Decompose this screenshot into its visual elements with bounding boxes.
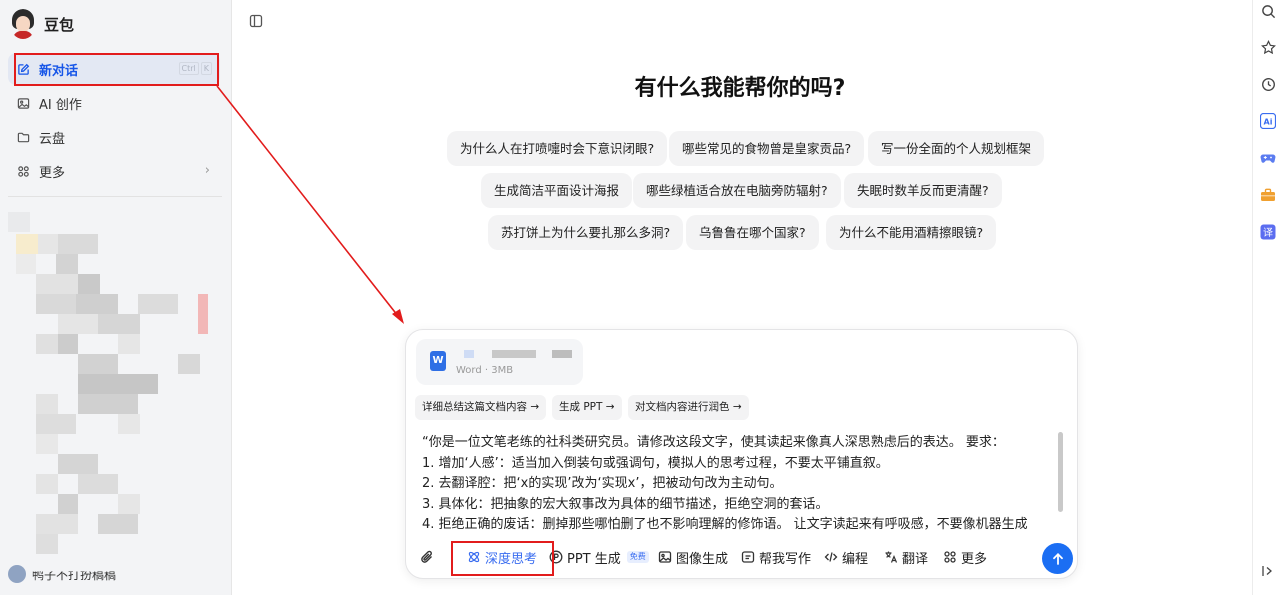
suggestion-chip[interactable]: 为什么不能用酒精擦眼镜? — [826, 215, 997, 250]
svg-text:Ai: Ai — [1264, 118, 1273, 127]
collapse-icon[interactable] — [1260, 563, 1276, 579]
suggestion-chip[interactable]: 为什么人在打喷嚏时会下意识闭眼? — [447, 131, 668, 166]
suggestion-chip[interactable]: 写一份全面的个人规划框架 — [868, 131, 1045, 166]
history-icon[interactable] — [1260, 76, 1276, 92]
search-icon[interactable] — [1260, 3, 1276, 19]
translate-icon[interactable]: 译 — [1260, 224, 1276, 240]
suggestion-chip[interactable]: 哪些常见的食物曾是皇家贡品? — [669, 131, 865, 166]
suggestion-chip[interactable]: 哪些绿植适合放在电脑旁防辐射? — [633, 173, 841, 208]
image-generate-button[interactable]: 图像生成 — [658, 545, 728, 569]
grid-icon — [943, 550, 957, 564]
code-label: 编程 — [842, 551, 869, 567]
ai-icon[interactable]: Ai — [1260, 113, 1276, 129]
suggestion-chip[interactable]: 苏打饼上为什么要扎那么多洞? — [488, 215, 684, 250]
toolbox-icon[interactable] — [1260, 187, 1276, 203]
file-meta: Word · 3MB — [456, 365, 514, 376]
translate-button[interactable]: 翻译 — [884, 545, 928, 569]
free-badge: 免费 — [626, 551, 649, 563]
suggestion-chip[interactable]: 生成简洁平面设计海报 — [481, 173, 633, 208]
attach-button[interactable] — [420, 545, 434, 569]
annotation-box-deep-think — [451, 541, 554, 576]
image-generate-label: 图像生成 — [676, 551, 729, 567]
page-title: 有什么我能帮你的吗? — [634, 76, 846, 101]
action-generate-ppt[interactable]: 生成 PPT → — [552, 395, 622, 420]
prompt-line: 4. 拒绝正确的废话：删掉那些哪怕删了也不影响理解的修饰语。 让文字读起来有呼吸… — [422, 517, 1028, 532]
gamepad-icon[interactable] — [1260, 150, 1276, 166]
suggestion-chip[interactable]: 乌鲁鲁在哪个国家? — [686, 215, 819, 250]
more-tools-button[interactable]: 更多 — [943, 545, 987, 569]
attached-file-card[interactable]: W Word · 3MB — [416, 339, 583, 385]
action-summarize-doc[interactable]: 详细总结这篇文档内容 → — [415, 395, 547, 420]
file-name-blurred — [492, 350, 536, 358]
action-polish-doc[interactable]: 对文档内容进行润色 → — [628, 395, 749, 420]
ppt-generate-button[interactable]: PPT 生成 免费 — [549, 545, 649, 569]
svg-text:译: 译 — [1263, 227, 1273, 239]
prompt-input[interactable]: “你是一位文笔老练的社科类研究员。请修改这段文字，使其读起来像真人深思熟虑后的表… — [422, 433, 1052, 533]
image-icon — [658, 550, 672, 564]
word-file-icon: W — [430, 351, 446, 371]
more-tools-label: 更多 — [961, 551, 988, 567]
prompt-line: “你是一位文笔老练的社科类研究员。请修改这段文字，使其读起来像真人深思熟虑后的表… — [422, 435, 1005, 450]
write-icon — [741, 550, 755, 564]
ppt-generate-label: PPT 生成 — [567, 551, 621, 567]
help-write-button[interactable]: 帮我写作 — [741, 545, 811, 569]
code-button[interactable]: 编程 — [824, 545, 868, 569]
send-button[interactable] — [1042, 543, 1073, 574]
translate-label: 翻译 — [902, 551, 929, 567]
translate-icon — [884, 550, 898, 564]
sidebar-toggle-icon[interactable] — [249, 14, 263, 28]
prompt-scrollbar[interactable] — [1058, 432, 1063, 512]
help-write-label: 帮我写作 — [759, 551, 812, 567]
prompt-line: 2. 去翻译腔：把‘x的实现’改为‘实现x’，把被动句改为主动句。 — [422, 476, 783, 491]
file-name-blurred — [464, 350, 474, 358]
prompt-line: 1. 增加‘人感’：适当加入倒装句或强调句，模拟人的思考过程，不要太平铺直叙。 — [422, 455, 889, 471]
suggestion-chip[interactable]: 失眠时数羊反而更清醒? — [844, 173, 1002, 208]
paperclip-icon — [420, 550, 434, 564]
star-icon[interactable] — [1260, 39, 1276, 55]
code-icon — [824, 550, 838, 564]
file-name-blurred — [552, 350, 572, 358]
prompt-line: 3. 具体化：把抽象的宏大叙事改为具体的细节描述，拒绝空洞的套话。 — [422, 496, 829, 512]
arrow-up-icon — [1051, 552, 1065, 566]
right-rail: Ai 译 — [1252, 0, 1280, 595]
